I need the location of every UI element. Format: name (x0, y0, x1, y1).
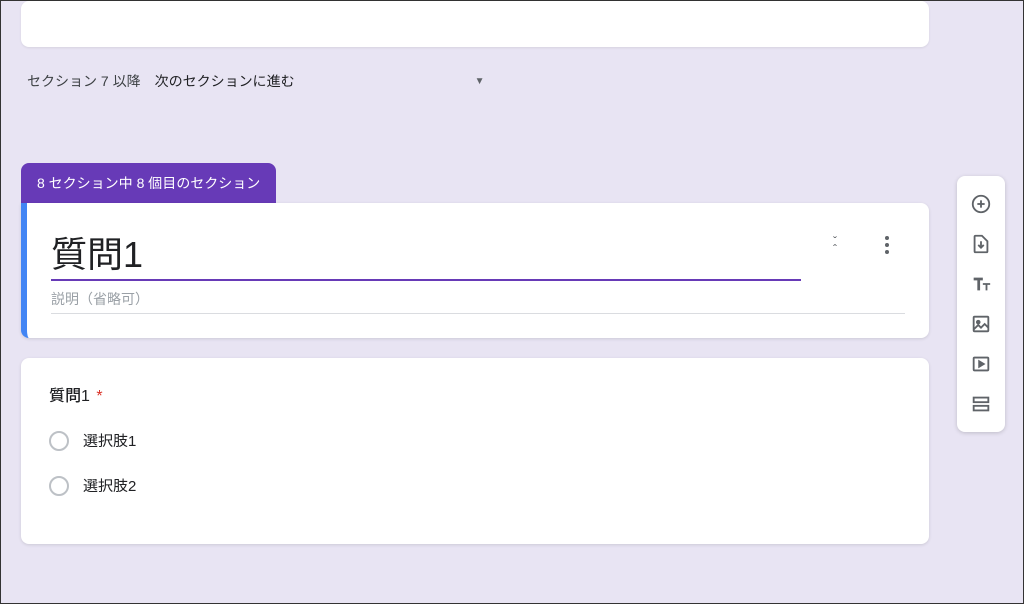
more-options-button[interactable] (869, 227, 905, 263)
add-section-button[interactable] (961, 384, 1001, 424)
import-questions-button[interactable] (961, 224, 1001, 264)
import-icon (970, 233, 992, 255)
add-video-button[interactable] (961, 344, 1001, 384)
add-question-button[interactable] (961, 184, 1001, 224)
option-row[interactable]: 選択肢1 (49, 430, 901, 451)
radio-icon (49, 476, 69, 496)
collapse-icon: ˇˆ (833, 237, 837, 253)
section-count-badge: 8 セクション中 8 個目のセクション (21, 163, 276, 203)
previous-card-fragment (21, 1, 929, 47)
section-nav-dropdown[interactable]: 次のセクションに進む ▼ (155, 71, 485, 91)
more-vertical-icon (885, 236, 889, 254)
floating-toolbar (957, 176, 1005, 432)
text-title-icon (970, 273, 992, 295)
option-row[interactable]: 選択肢2 (49, 475, 901, 496)
section-description-input[interactable] (51, 281, 905, 314)
option-label: 選択肢2 (83, 475, 136, 496)
question-card[interactable]: 質問1 * 選択肢1 選択肢2 (21, 358, 929, 544)
section-nav-dropdown-value: 次のセクションに進む (155, 71, 295, 91)
section-nav-label: セクション 7 以降 (27, 71, 141, 91)
video-icon (970, 353, 992, 375)
image-icon (970, 313, 992, 335)
question-title-text: 質問1 (49, 388, 90, 405)
option-label: 選択肢1 (83, 430, 136, 451)
chevron-down-icon: ▼ (475, 76, 485, 87)
section-header-card[interactable]: ˇˆ (21, 203, 929, 338)
required-star-icon: * (96, 388, 102, 405)
add-section-icon (970, 393, 992, 415)
radio-icon (49, 431, 69, 451)
add-circle-icon (970, 193, 992, 215)
section-navigation: セクション 7 以降 次のセクションに進む ▼ (21, 59, 929, 115)
question-title: 質問1 * (49, 382, 901, 406)
collapse-section-button[interactable]: ˇˆ (817, 227, 853, 263)
add-title-button[interactable] (961, 264, 1001, 304)
section-title-input[interactable] (51, 227, 801, 281)
add-image-button[interactable] (961, 304, 1001, 344)
